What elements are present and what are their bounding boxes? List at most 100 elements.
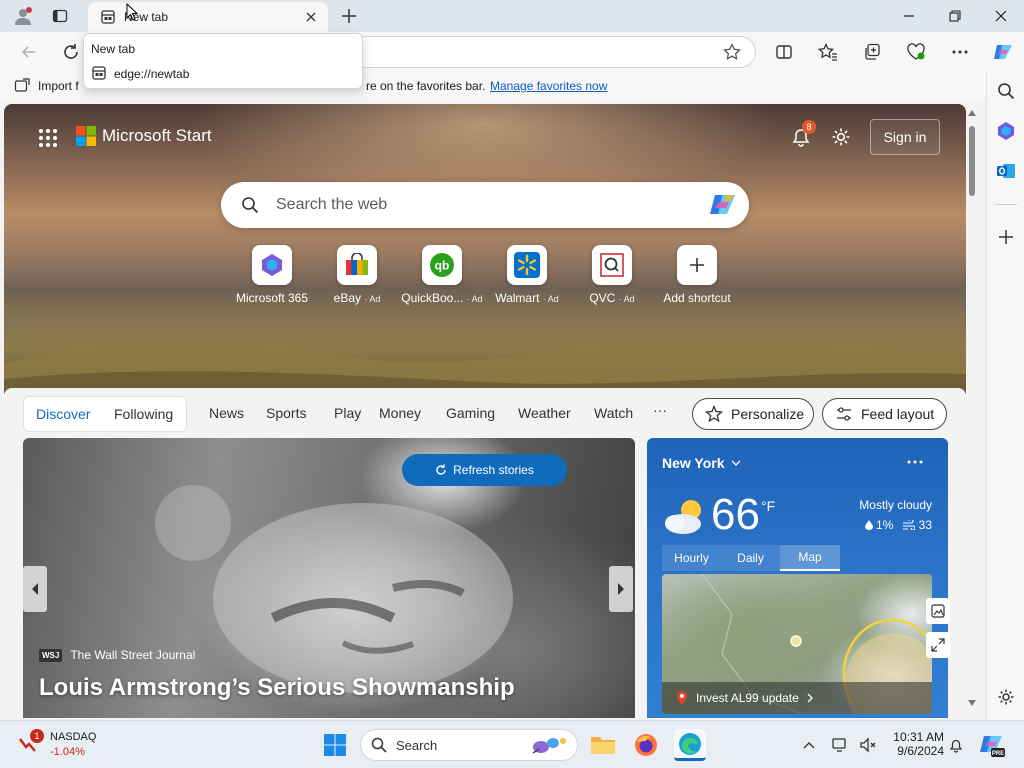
ad-label: · Ad [542, 294, 559, 304]
weather-tab-map[interactable]: Map [780, 545, 840, 571]
minimize-button[interactable] [886, 0, 932, 32]
close-icon [306, 12, 316, 22]
browser-essentials-button[interactable] [901, 37, 931, 67]
weather-stats: 1% 33 [864, 518, 932, 532]
map-pin-icon [677, 691, 687, 705]
more-dots-icon[interactable] [907, 460, 923, 464]
tab-tooltip: New tab edge://newtab [83, 33, 363, 89]
copilot-taskbar-button[interactable]: PRE [976, 729, 1008, 761]
sidebar-search-button[interactable] [991, 76, 1021, 106]
brand-name: Microsoft Start [102, 126, 212, 145]
personalize-label: Personalize [731, 406, 805, 422]
category-weather[interactable]: Weather [518, 405, 571, 421]
shortcut-microsoft-365[interactable]: Microsoft 365 [229, 245, 315, 305]
close-window-button[interactable] [978, 0, 1024, 32]
shortcut-add[interactable]: Add shortcut [654, 245, 740, 305]
copilot-icon[interactable] [709, 192, 737, 218]
quickbooks-icon: qb [430, 253, 454, 277]
scroll-up-icon[interactable] [968, 110, 976, 116]
category-money[interactable]: Money [379, 405, 421, 421]
category-watch[interactable]: Watch [594, 405, 633, 421]
shortcut-ebay[interactable]: eBay · Ad [314, 245, 400, 305]
edge-taskbar-button[interactable] [674, 729, 706, 761]
file-explorer-button[interactable] [587, 729, 619, 761]
more-categories-button[interactable]: ··· [653, 402, 667, 418]
category-sports[interactable]: Sports [266, 405, 306, 421]
favorites-button[interactable] [813, 37, 843, 67]
weather-card[interactable]: New York 66 °F Mostly cloudy 1% 33 Hourl… [647, 438, 950, 718]
start-button[interactable] [319, 729, 351, 761]
qvc-tile [592, 245, 632, 285]
copilot-button[interactable] [988, 37, 1018, 67]
shortcut-qvc[interactable]: QVC · Ad [569, 245, 655, 305]
microsoft-start-logo[interactable]: Microsoft Start [76, 126, 212, 146]
weather-tab-daily[interactable]: Daily [721, 545, 780, 571]
map-snapshot-button[interactable] [926, 598, 950, 624]
tab-close-button[interactable] [302, 8, 320, 26]
tab-new-tab[interactable]: New tab [88, 2, 328, 32]
tab-actions-button[interactable] [43, 2, 77, 30]
shortcut-quickbooks[interactable]: qb QuickBoo... · Ad [399, 245, 485, 305]
weather-tab-hourly[interactable]: Hourly [662, 545, 721, 571]
new-tab-button[interactable] [332, 2, 366, 30]
tab-discover[interactable]: Discover [36, 406, 90, 422]
previous-story-button[interactable] [23, 566, 47, 612]
back-arrow-icon [21, 46, 35, 58]
web-search-box[interactable]: Search the web [221, 182, 749, 228]
feed-layout-button[interactable]: Feed layout [822, 398, 947, 430]
ebay-tile [337, 245, 377, 285]
collections-button[interactable] [857, 37, 887, 67]
category-play[interactable]: Play [334, 405, 361, 421]
notification-center-button[interactable] [940, 729, 972, 761]
restore-button[interactable] [932, 0, 978, 32]
show-hidden-icons-button[interactable] [793, 729, 825, 761]
chevron-right-icon [618, 583, 624, 595]
map-banner[interactable]: Invest AL99 update [662, 682, 932, 714]
sidebar-m365-button[interactable] [991, 116, 1021, 146]
sidebar-add-button[interactable] [991, 222, 1021, 252]
story-headline[interactable]: Louis Armstrong’s Serious Showmanship [39, 674, 515, 702]
scrollbar-thumb[interactable] [969, 126, 975, 196]
featured-story-card[interactable]: Refresh stories WSJ The Wall Street Jour… [23, 438, 635, 718]
stock-widget[interactable]: 1 NASDAQ -1.04% [18, 729, 118, 761]
manage-favorites-link[interactable]: Manage favorites now [490, 79, 607, 93]
minimize-icon [904, 15, 914, 17]
shortcut-label: eBay [333, 291, 361, 305]
category-news[interactable]: News [209, 405, 244, 421]
next-story-button[interactable] [609, 566, 633, 612]
sidebar-settings-button[interactable] [991, 682, 1021, 712]
refresh-stories-button[interactable]: Refresh stories [402, 454, 567, 486]
back-button[interactable] [14, 37, 44, 67]
profile-button[interactable] [6, 2, 40, 30]
volume-button[interactable] [852, 729, 884, 761]
clock[interactable]: 10:31 AM 9/6/2024 [884, 730, 944, 758]
add-favorite-button[interactable] [717, 37, 747, 67]
page-settings-button[interactable] [831, 127, 851, 147]
firefox-button[interactable] [630, 729, 662, 761]
ad-label: · Ad [364, 294, 381, 304]
chevron-down-icon [731, 460, 740, 466]
sidebar-outlook-button[interactable] [991, 156, 1021, 186]
favorites-import-text[interactable]: Import f [38, 79, 79, 93]
map-expand-button[interactable] [926, 632, 950, 658]
feed-navigation: Discover Following News Sports Play Mone… [4, 388, 966, 440]
feed-layout-label: Feed layout [861, 406, 935, 422]
tab-following[interactable]: Following [114, 406, 173, 422]
split-screen-button[interactable] [769, 37, 799, 67]
shortcut-walmart[interactable]: Walmart · Ad [484, 245, 570, 305]
weather-location[interactable]: New York [662, 455, 741, 471]
sign-in-button[interactable]: Sign in [870, 119, 940, 155]
apps-launcher-button[interactable] [38, 128, 58, 148]
refresh-button[interactable] [56, 37, 86, 67]
settings-more-button[interactable] [945, 37, 975, 67]
category-gaming[interactable]: Gaming [446, 405, 495, 421]
mouse-cursor-icon [126, 3, 138, 21]
walmart-tile [507, 245, 547, 285]
more-dots-icon [952, 50, 968, 54]
notifications-button[interactable]: 8 [790, 120, 816, 148]
personalize-button[interactable]: Personalize [692, 398, 814, 430]
taskbar-search[interactable]: Search [360, 729, 578, 761]
page-scrollbar[interactable] [966, 104, 978, 718]
scroll-down-icon[interactable] [968, 700, 976, 706]
weather-map[interactable]: Invest AL99 update [662, 574, 932, 714]
